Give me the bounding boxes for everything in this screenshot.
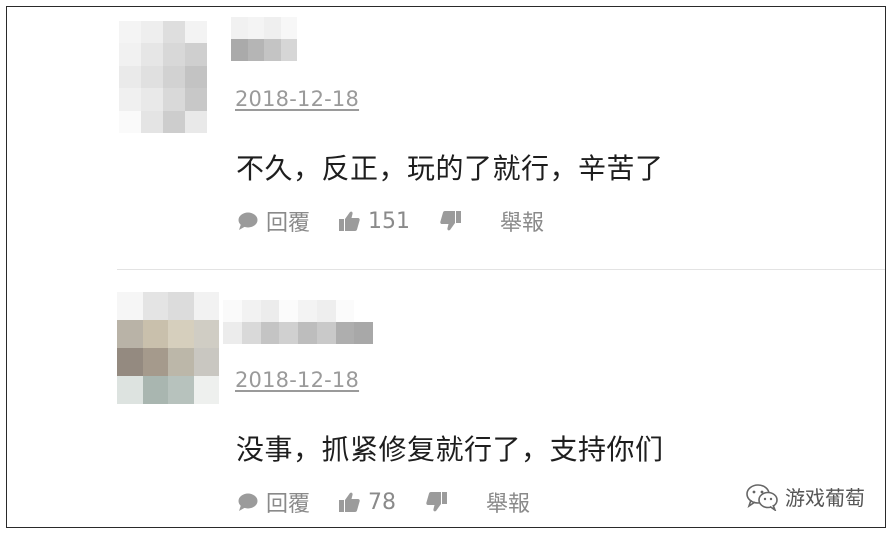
speech-bubble-icon <box>238 493 258 511</box>
thumbs-down-icon <box>426 492 448 512</box>
comment-actions: 回覆 78 舉報 <box>237 486 530 518</box>
username-blurred[interactable] <box>231 17 297 61</box>
like-count: 151 <box>368 208 411 234</box>
thumbs-down-icon <box>440 211 462 231</box>
username-blurred[interactable] <box>223 300 373 344</box>
dislike-button[interactable] <box>440 210 462 232</box>
report-label: 舉報 <box>500 211 545 236</box>
like-button[interactable]: 151 <box>338 209 410 234</box>
comment-text: 不久，反正，玩的了就行，辛苦了 <box>236 152 664 185</box>
comment-date[interactable]: 2018-12-18 <box>235 87 359 111</box>
report-button[interactable]: 舉報 <box>486 486 530 518</box>
reply-label: 回覆 <box>266 211 311 236</box>
speech-bubble-icon <box>238 212 258 230</box>
thumbs-up-icon <box>339 211 360 231</box>
comment-item: 2018-12-18 不久，反正，玩的了就行，辛苦了 回覆 151 舉報 <box>7 7 885 269</box>
dislike-button[interactable] <box>426 491 448 513</box>
thumbs-up-icon <box>339 492 360 512</box>
reply-label: 回覆 <box>266 492 311 517</box>
comment-actions: 回覆 151 舉報 <box>237 205 544 237</box>
comment-date[interactable]: 2018-12-18 <box>235 368 359 392</box>
avatar[interactable] <box>119 21 207 133</box>
watermark: 游戏葡萄 <box>745 482 865 511</box>
like-count: 78 <box>368 489 397 515</box>
comments-panel: 2018-12-18 不久，反正，玩的了就行，辛苦了 回覆 151 舉報 201… <box>6 6 886 528</box>
reply-button[interactable]: 回覆 <box>237 486 310 518</box>
report-button[interactable]: 舉報 <box>500 205 544 237</box>
like-button[interactable]: 78 <box>338 490 396 515</box>
avatar[interactable] <box>117 292 219 404</box>
comment-text: 没事，抓紧修复就行了，支持你们 <box>236 433 664 466</box>
report-label: 舉報 <box>486 492 531 517</box>
reply-button[interactable]: 回覆 <box>237 205 310 237</box>
wechat-icon <box>746 483 778 511</box>
watermark-text: 游戏葡萄 <box>785 486 865 510</box>
